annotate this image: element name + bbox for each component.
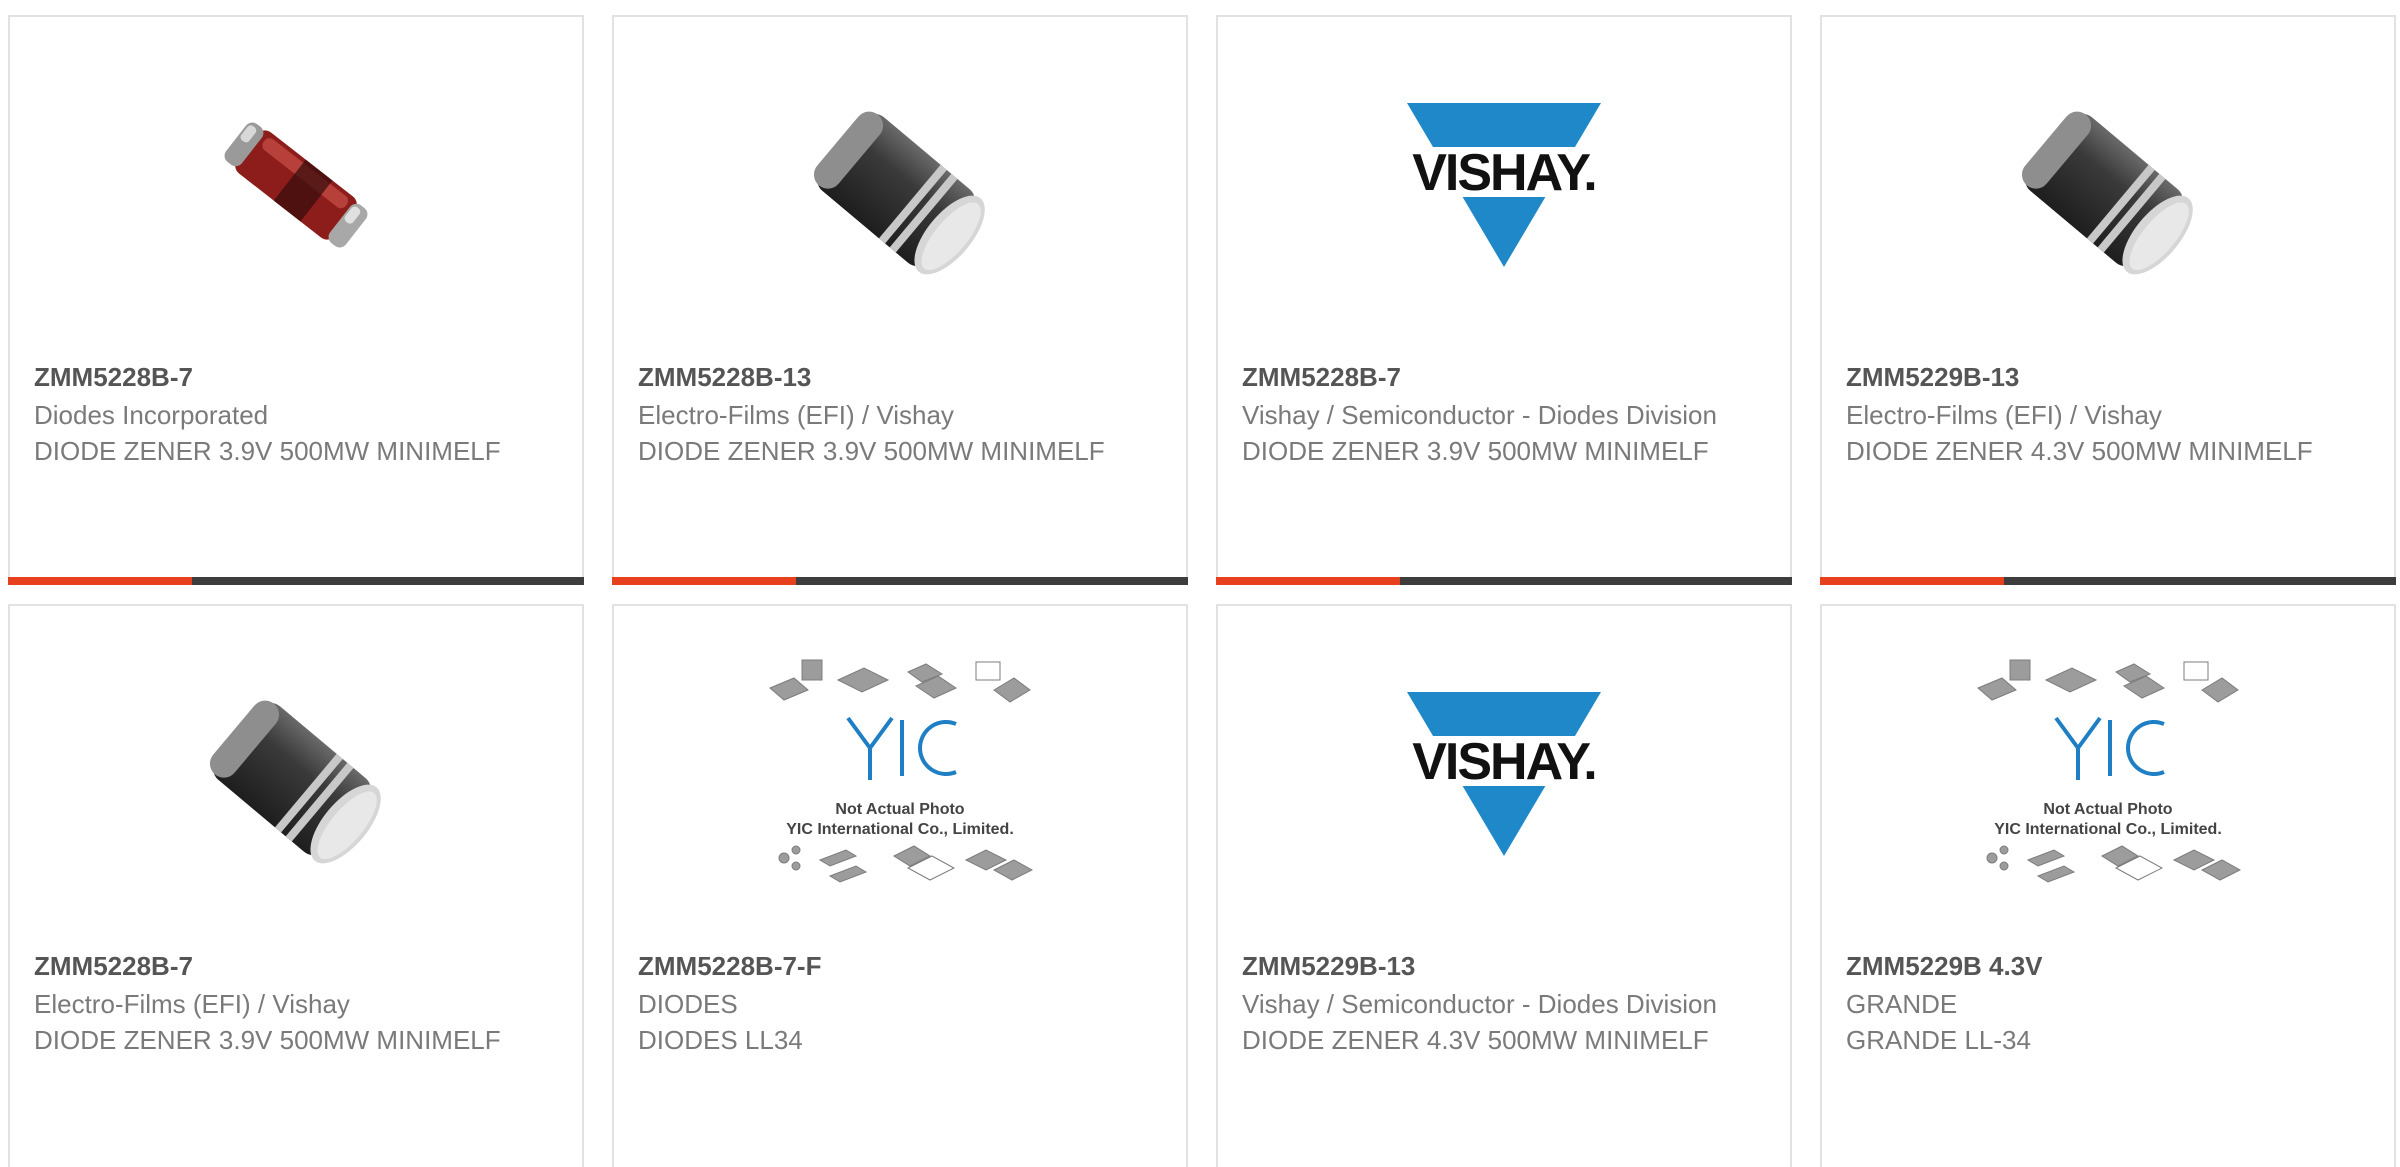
manufacturer: Electro-Films (EFI) / Vishay: [1846, 400, 2162, 430]
product-card[interactable]: Not Actual Photo YIC International Co., …: [612, 604, 1188, 1167]
product-image[interactable]: [10, 664, 582, 884]
card-bottom-bar: [1216, 577, 1792, 585]
product-image[interactable]: [1822, 75, 2394, 295]
black-melf-diode-photo: [813, 111, 985, 275]
product-info: ZMM5228B-7 Vishay / Semiconductor - Diod…: [1242, 359, 1770, 469]
part-number[interactable]: ZMM5228B-7: [34, 359, 562, 395]
vishay-logo-text: VISHAY.: [1412, 733, 1596, 791]
part-number[interactable]: ZMM5229B-13: [1846, 359, 2374, 395]
vishay-logo: VISHAY.: [1394, 692, 1614, 856]
product-info: ZMM5228B-7-F DIODES DIODES LL34: [638, 948, 1166, 1058]
yic-placeholder-image: Not Actual Photo YIC International Co., …: [769, 659, 1034, 883]
manufacturer: GRANDE: [1846, 989, 1958, 1019]
manufacturer: Vishay / Semiconductor - Diodes Division: [1242, 989, 1717, 1019]
bar-accent: [1820, 577, 2004, 585]
vishay-logo: VISHAY.: [1394, 103, 1614, 267]
product-image[interactable]: VISHAY.: [1218, 75, 1790, 295]
product-card[interactable]: VISHAY. ZMM5229B-13 Vishay / Semiconduct…: [1216, 604, 1792, 1167]
vishay-logo-text: VISHAY.: [1412, 144, 1596, 202]
product-image[interactable]: [614, 75, 1186, 295]
product-grid: ZMM5228B-7 Diodes Incorporated DIODE ZEN…: [0, 0, 2400, 1167]
manufacturer: Electro-Films (EFI) / Vishay: [638, 400, 954, 430]
manufacturer: DIODES: [638, 989, 738, 1019]
product-info: ZMM5229B-13 Electro-Films (EFI) / Vishay…: [1846, 359, 2374, 469]
black-melf-diode-photo: [2021, 111, 2193, 275]
product-image[interactable]: VISHAY.: [1218, 664, 1790, 884]
placeholder-caption-2: YIC International Co., Limited.: [786, 821, 1014, 838]
placeholder-caption-1: Not Actual Photo: [2043, 801, 2172, 818]
product-info: ZMM5229B-13 Vishay / Semiconductor - Dio…: [1242, 948, 1770, 1058]
product-image[interactable]: Not Actual Photo YIC International Co., …: [1822, 659, 2394, 884]
bar-accent: [612, 577, 796, 585]
product-card[interactable]: VISHAY. ZMM5228B-7 Vishay / Semiconducto…: [1216, 15, 1792, 585]
description: DIODE ZENER 3.9V 500MW MINIMELF: [34, 436, 501, 466]
part-number[interactable]: ZMM5229B 4.3V: [1846, 948, 2374, 984]
placeholder-caption-1: Not Actual Photo: [835, 801, 964, 818]
product-card[interactable]: ZMM5228B-13 Electro-Films (EFI) / Vishay…: [612, 15, 1188, 585]
product-card[interactable]: ZMM5228B-7 Diodes Incorporated DIODE ZEN…: [8, 15, 584, 585]
part-number[interactable]: ZMM5228B-13: [638, 359, 1166, 395]
description: DIODE ZENER 3.9V 500MW MINIMELF: [34, 1025, 501, 1055]
description: DIODE ZENER 3.9V 500MW MINIMELF: [638, 436, 1105, 466]
product-info: ZMM5229B 4.3V GRANDE GRANDE LL-34: [1846, 948, 2374, 1058]
product-card[interactable]: ZMM5229B-13 Electro-Films (EFI) / Vishay…: [1820, 15, 2396, 585]
part-number[interactable]: ZMM5228B-7-F: [638, 948, 1166, 984]
placeholder-caption-2: YIC International Co., Limited.: [1994, 821, 2222, 838]
manufacturer: Diodes Incorporated: [34, 400, 269, 430]
card-bottom-bar: [612, 577, 1188, 585]
product-card[interactable]: Not Actual Photo YIC International Co., …: [1820, 604, 2396, 1167]
description: DIODES LL34: [638, 1025, 803, 1055]
black-melf-diode-photo: [209, 700, 381, 864]
description: DIODE ZENER 4.3V 500MW MINIMELF: [1242, 1025, 1709, 1055]
product-info: ZMM5228B-13 Electro-Films (EFI) / Vishay…: [638, 359, 1166, 469]
description: DIODE ZENER 3.9V 500MW MINIMELF: [1242, 436, 1709, 466]
part-number[interactable]: ZMM5228B-7: [34, 948, 562, 984]
part-number[interactable]: ZMM5228B-7: [1242, 359, 1770, 395]
card-bottom-bar: [8, 577, 584, 585]
product-info: ZMM5228B-7 Diodes Incorporated DIODE ZEN…: [34, 359, 562, 469]
manufacturer: Vishay / Semiconductor - Diodes Division: [1242, 400, 1717, 430]
bar-accent: [1216, 577, 1400, 585]
product-info: ZMM5228B-7 Electro-Films (EFI) / Vishay …: [34, 948, 562, 1058]
manufacturer: Electro-Films (EFI) / Vishay: [34, 989, 350, 1019]
bar-accent: [8, 577, 192, 585]
part-number[interactable]: ZMM5229B-13: [1242, 948, 1770, 984]
description: GRANDE LL-34: [1846, 1025, 2031, 1055]
product-image[interactable]: [10, 75, 582, 295]
card-bottom-bar: [1820, 577, 2396, 585]
product-card[interactable]: ZMM5228B-7 Electro-Films (EFI) / Vishay …: [8, 604, 584, 1167]
description: DIODE ZENER 4.3V 500MW MINIMELF: [1846, 436, 2313, 466]
red-melf-diode-photo: [224, 122, 368, 248]
yic-placeholder-image: Not Actual Photo YIC International Co., …: [1977, 659, 2242, 883]
product-image[interactable]: Not Actual Photo YIC International Co., …: [614, 659, 1186, 884]
